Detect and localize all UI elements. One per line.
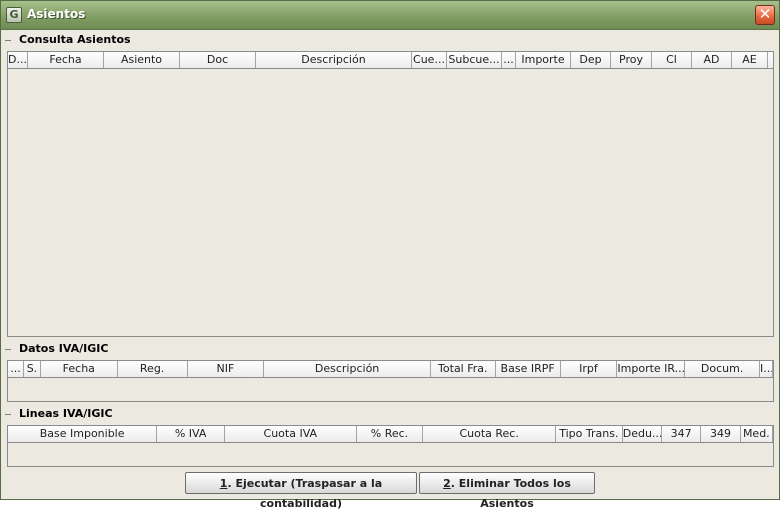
datos-iva-table[interactable]: ... S. Fecha Reg. NIF Descripción Total Fra. Ba… [7, 360, 774, 402]
datos-iva-title: Datos IVA/IGIC [5, 342, 108, 355]
column-header[interactable]: Descripción [264, 361, 431, 377]
column-header[interactable]: 349 [701, 426, 741, 442]
column-header[interactable]: Subcue... [447, 52, 502, 68]
lineas-iva-table-header: Base Imponible% IVA Cuota IVA% Rec. Cuota … [8, 426, 774, 443]
asientos-table-header: D... Fecha Asiento Doc Descripción Cue... Subc… [8, 52, 773, 69]
column-header[interactable]: AE [732, 52, 768, 68]
asientos-window: G Asientos ✕ Consulta Asientos D... Fecha… [0, 0, 780, 510]
app-icon: G [6, 7, 22, 23]
window-title: Asientos [27, 7, 86, 21]
column-header[interactable]: ... [8, 361, 24, 377]
datos-iva-table-header: ... S. Fecha Reg. NIF Descripción Total Fra. Ba… [8, 361, 773, 378]
column-header[interactable]: % Rec. [357, 426, 424, 442]
column-header[interactable]: Irpf [561, 361, 618, 377]
column-header[interactable]: Med. [741, 426, 774, 442]
eliminar-label: . Eliminar Todos los Asientos [450, 477, 571, 510]
column-header[interactable]: Cue... [412, 52, 447, 68]
column-header[interactable]: Importe IR... [617, 361, 686, 377]
column-header[interactable]: Fecha [41, 361, 118, 377]
consulta-asientos-label: Consulta Asientos [19, 33, 131, 46]
lineas-iva-table[interactable]: Base Imponible% IVA Cuota IVA% Rec. Cuota … [7, 425, 774, 467]
lineas-iva-label: Lineas IVA/IGIC [19, 407, 113, 420]
close-button[interactable]: ✕ [755, 5, 775, 25]
column-header[interactable]: Tipo Trans. [556, 426, 623, 442]
column-header[interactable]: 347 [662, 426, 702, 442]
column-header[interactable]: Dep [571, 52, 611, 68]
close-icon: ✕ [758, 5, 772, 23]
column-header[interactable]: I... [760, 361, 773, 377]
column-header[interactable]: Cuota Rec. [423, 426, 556, 442]
separator-line [5, 348, 11, 350]
column-header[interactable]: S. [24, 361, 41, 377]
separator-line [5, 39, 11, 41]
column-header[interactable]: % IVA [157, 426, 226, 442]
column-header[interactable]: Base IRPF [496, 361, 561, 377]
datos-iva-label: Datos IVA/IGIC [19, 342, 109, 355]
column-header[interactable]: Fecha [28, 52, 104, 68]
asientos-table[interactable]: D... Fecha Asiento Doc Descripción Cue... Subc… [7, 51, 774, 337]
column-header[interactable]: Cl [652, 52, 692, 68]
column-header[interactable]: Dedu... [623, 426, 663, 442]
column-header[interactable]: Reg. [118, 361, 188, 377]
ejecutar-button[interactable]: 1. Ejecutar (Traspasar a la contabilidad… [185, 472, 417, 510]
column-header[interactable]: Importe [516, 52, 571, 68]
lineas-iva-title: Lineas IVA/IGIC [5, 407, 113, 420]
column-header[interactable]: Total Fra. [431, 361, 496, 377]
column-header[interactable]: NIF [188, 361, 265, 377]
column-header[interactable]: Doc [180, 52, 256, 68]
column-header[interactable]: D... [8, 52, 28, 68]
column-header[interactable]: AD [692, 52, 732, 68]
consulta-asientos-title: Consulta Asientos [5, 33, 131, 46]
eliminar-mnemonic: 2 [443, 477, 451, 490]
column-header[interactable]: ... [502, 52, 516, 68]
column-header[interactable]: Descripción [256, 52, 412, 68]
ejecutar-label: . Ejecutar (Traspasar a la contabilidad) [227, 477, 383, 510]
column-header[interactable]: Asiento [104, 52, 180, 68]
separator-line [5, 413, 11, 415]
column-header[interactable]: Proy [611, 52, 652, 68]
column-header[interactable]: Docum. [685, 361, 761, 377]
column-header[interactable]: Cuota IVA [225, 426, 357, 442]
eliminar-todos-button[interactable]: 2. Eliminar Todos los Asientos [419, 472, 595, 510]
column-header[interactable]: Base Imponible [8, 426, 158, 442]
title-bar[interactable]: G Asientos ✕ [1, 1, 779, 30]
